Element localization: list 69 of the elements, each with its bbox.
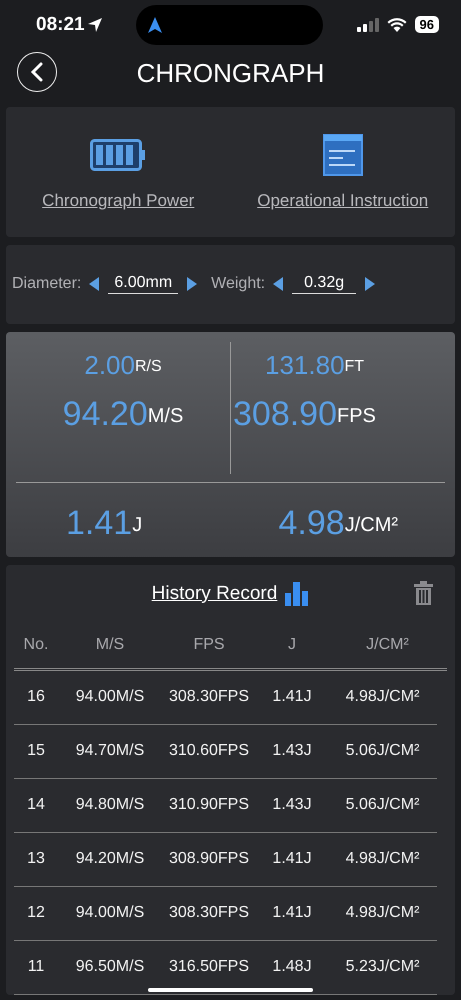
table-cell-text: 94.00M/S [74, 904, 146, 922]
setting-label: Weight: [211, 275, 266, 294]
reading-unit: FPS [337, 404, 376, 428]
navigation-arrow-icon [148, 16, 162, 33]
table-cell-text: 308.30FPS [168, 688, 250, 706]
increase-button[interactable] [184, 277, 200, 292]
reading-value: 94.20 [62, 394, 148, 434]
column-header: J [287, 636, 297, 654]
reading-unit: M/S [148, 404, 184, 428]
table-cell-text: 94.80M/S [74, 796, 146, 814]
reading-unit: J [132, 514, 142, 538]
column-header: J/CM² [365, 636, 410, 654]
setting-value[interactable]: 6.00mm [108, 274, 178, 294]
table-cell-text: 316.50FPS [168, 958, 250, 976]
table-cell-text: 94.70M/S [74, 742, 146, 760]
document-icon [322, 134, 363, 176]
reading-value: 131.80 [265, 348, 345, 381]
delete-button[interactable] [414, 580, 433, 605]
battery-icon [90, 138, 146, 171]
location-icon [86, 16, 103, 33]
reading-unit: R/S [134, 358, 162, 376]
setting-value[interactable]: 0.32g [292, 274, 356, 294]
reading-value: 4.98 [278, 503, 345, 544]
table-cell-text: 94.00M/S [74, 688, 146, 706]
table-cell-text: 5.23J/CM² [344, 958, 420, 976]
chevron-left-icon [30, 62, 44, 82]
table-cell-text: 1.43J [271, 796, 313, 814]
page-title: CHRONGRAPH [136, 58, 324, 89]
column-header: M/S [94, 636, 126, 654]
table-cell-text: 5.06J/CM² [344, 796, 420, 814]
table-cell-text: 13 [26, 850, 46, 868]
reading-value: 2.00 [84, 348, 135, 381]
table-cell-text: 1.41J [271, 688, 313, 706]
table-cell-text: 308.30FPS [168, 904, 250, 922]
table-cell-text: 4.98J/CM² [344, 688, 420, 706]
increase-button[interactable] [362, 277, 378, 292]
reading-value: 1.41 [66, 503, 132, 544]
table-cell-text: 310.90FPS [168, 796, 250, 814]
table-cell-text: 14 [26, 796, 46, 814]
wifi-icon [386, 17, 407, 32]
back-button[interactable] [17, 52, 57, 92]
reading-unit: J/CM² [344, 514, 398, 538]
column-header: FPS [192, 636, 226, 654]
table-cell-text: 94.20M/S [74, 850, 146, 868]
status-time: 08:21 [36, 14, 103, 36]
table-cell-text: 96.50M/S [74, 958, 146, 976]
table-cell-text: 1.43J [271, 742, 313, 760]
reading-unit: FT [344, 358, 364, 376]
table-cell-text: 1.41J [271, 904, 313, 922]
history-link[interactable]: History Record [152, 582, 278, 605]
table-cell-text: 1.48J [271, 958, 313, 976]
bar-chart-icon [285, 582, 310, 606]
action-link[interactable]: Chronograph Power [42, 190, 194, 211]
table-cell-text: 308.90FPS [168, 850, 250, 868]
table-cell-text: 12 [26, 904, 46, 922]
table-cell-text: 1.41J [271, 850, 313, 868]
setting-label: Diameter: [12, 275, 82, 294]
table-cell-text: 310.60FPS [168, 742, 250, 760]
reading-value: 308.90 [233, 394, 337, 434]
table-cell-text: 4.98J/CM² [344, 850, 420, 868]
table-cell-text: 11 [26, 958, 46, 976]
table-cell-text: 4.98J/CM² [344, 904, 420, 922]
battery-level: 96 [414, 16, 439, 34]
table-cell-text: 5.06J/CM² [344, 742, 420, 760]
signal-icon [356, 18, 379, 32]
table-cell-text: 16 [26, 688, 46, 706]
column-header: No. [22, 636, 50, 654]
table-cell-text: 15 [26, 742, 46, 760]
action-link[interactable]: Operational Instruction [257, 190, 428, 211]
